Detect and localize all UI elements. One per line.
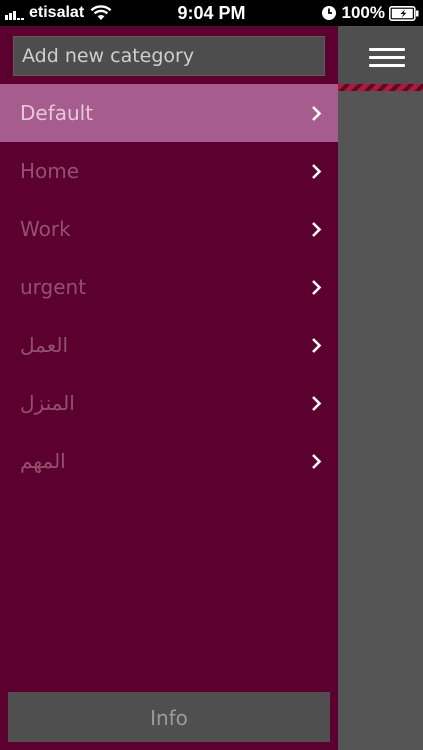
category-item-home[interactable]: Home: [0, 142, 338, 200]
chevron-right-icon: [312, 338, 322, 353]
category-label: المهم: [20, 449, 66, 473]
category-label: urgent: [20, 275, 87, 299]
category-list: Default Home Work urgent العمل المنزل ال…: [0, 84, 338, 490]
category-item-home-arabic[interactable]: المنزل: [0, 374, 338, 432]
main-panel: [338, 26, 423, 750]
category-label: العمل: [20, 333, 69, 357]
chevron-right-icon: [312, 164, 322, 179]
category-item-work-arabic[interactable]: العمل: [0, 316, 338, 374]
add-category-input[interactable]: [13, 36, 325, 76]
ribbon-stripe: [338, 84, 423, 91]
battery-icon: [389, 5, 419, 21]
main-header: [338, 26, 423, 84]
chevron-right-icon: [312, 396, 322, 411]
category-menu: Default Home Work urgent العمل: [0, 26, 338, 750]
category-item-important-arabic[interactable]: المهم: [0, 432, 338, 490]
chevron-right-icon: [312, 454, 322, 469]
alarm-icon: [321, 6, 336, 20]
category-item-default[interactable]: Default: [0, 84, 338, 142]
category-label: Home: [20, 159, 80, 183]
chevron-right-icon: [312, 280, 322, 295]
status-bar: etisalat 9:04 PM 100%: [0, 0, 423, 26]
status-right: 100%: [321, 3, 419, 23]
battery-percent: 100%: [341, 3, 385, 22]
chevron-right-icon: [312, 222, 322, 237]
chevron-right-icon: [312, 106, 322, 121]
category-item-urgent[interactable]: urgent: [0, 258, 338, 316]
category-item-work[interactable]: Work: [0, 200, 338, 258]
category-label: Default: [20, 101, 94, 125]
category-label: Work: [20, 217, 71, 241]
info-button[interactable]: Info: [8, 692, 330, 742]
hamburger-menu-icon[interactable]: [369, 48, 405, 68]
category-label: المنزل: [20, 391, 75, 415]
